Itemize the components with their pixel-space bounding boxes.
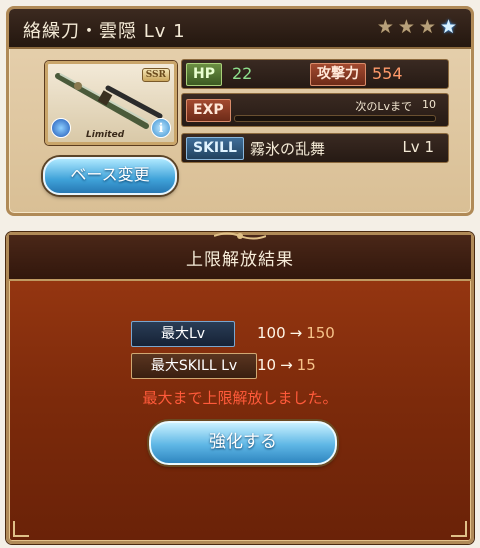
- arrow-icon: →: [280, 356, 293, 374]
- max-lv-label: 最大Lv: [131, 321, 235, 347]
- star-icon: ★: [376, 16, 394, 38]
- max-lv-new: 150: [306, 324, 335, 342]
- star-icon: ★: [418, 16, 436, 38]
- skill-level: Lv 1: [402, 138, 434, 156]
- hp-value: 22: [232, 64, 253, 83]
- dialog-title: 上限解放結果: [186, 250, 294, 270]
- atk-value: 554: [372, 64, 403, 83]
- max-skill-old: 10: [257, 356, 277, 374]
- exp-bar: [234, 115, 436, 122]
- exp-to-next: 10: [422, 98, 436, 111]
- corner-ornament: [13, 521, 29, 537]
- corner-ornament: [451, 521, 467, 537]
- weapon-title-bar: 絡繰刀・雲隠 Lv 1 ★ ★ ★ ★: [9, 9, 471, 49]
- ornament-icon: [214, 232, 266, 240]
- exp-row: EXP 次のLvまで 10: [181, 93, 449, 127]
- weapon-thumbnail[interactable]: SSR Limited i: [45, 61, 177, 145]
- base-change-button[interactable]: ベース変更: [43, 157, 177, 195]
- exp-caption: 次のLvまで: [355, 100, 412, 113]
- star-icon: ★: [397, 16, 415, 38]
- limited-label: Limited: [86, 130, 125, 140]
- weapon-panel: 絡繰刀・雲隠 Lv 1 ★ ★ ★ ★ SSR Limited i ベース変更 …: [6, 6, 474, 216]
- water-element-icon: [51, 118, 71, 138]
- uncap-stars: ★ ★ ★ ★: [377, 17, 457, 37]
- hp-tag: HP: [186, 63, 222, 86]
- star-icon-lit: ★: [439, 16, 457, 38]
- max-lv-values: 100 → 150: [257, 324, 335, 342]
- weapon-title: 絡繰刀・雲隠 Lv 1: [23, 21, 186, 42]
- ssr-badge: SSR: [141, 68, 170, 82]
- max-skill-lv-values: 10 → 15: [257, 356, 316, 374]
- skill-tag: SKILL: [186, 137, 244, 160]
- dialog-header: 上限解放結果: [9, 232, 471, 281]
- arrow-icon: →: [289, 324, 303, 342]
- hp-atk-row: HP 22 攻撃力 554: [181, 59, 449, 89]
- info-icon[interactable]: i: [151, 118, 171, 138]
- max-skill-lv-label: 最大SKILL Lv: [131, 353, 257, 379]
- max-skill-new: 15: [296, 356, 316, 374]
- uncap-complete-message: 最大まで上限解放しました。: [142, 389, 338, 407]
- exp-tag: EXP: [186, 99, 231, 122]
- atk-tag: 攻撃力: [310, 63, 366, 86]
- skill-name: 霧氷の乱舞: [250, 140, 326, 158]
- uncap-result-dialog: 上限解放結果 最大Lv 100 → 150 最大SKILL Lv 10 → 15 最大ま…: [6, 232, 474, 544]
- enhance-button[interactable]: 強化する: [149, 421, 337, 465]
- max-lv-old: 100: [257, 324, 286, 342]
- skill-row[interactable]: SKILL 霧氷の乱舞 Lv 1: [181, 133, 449, 163]
